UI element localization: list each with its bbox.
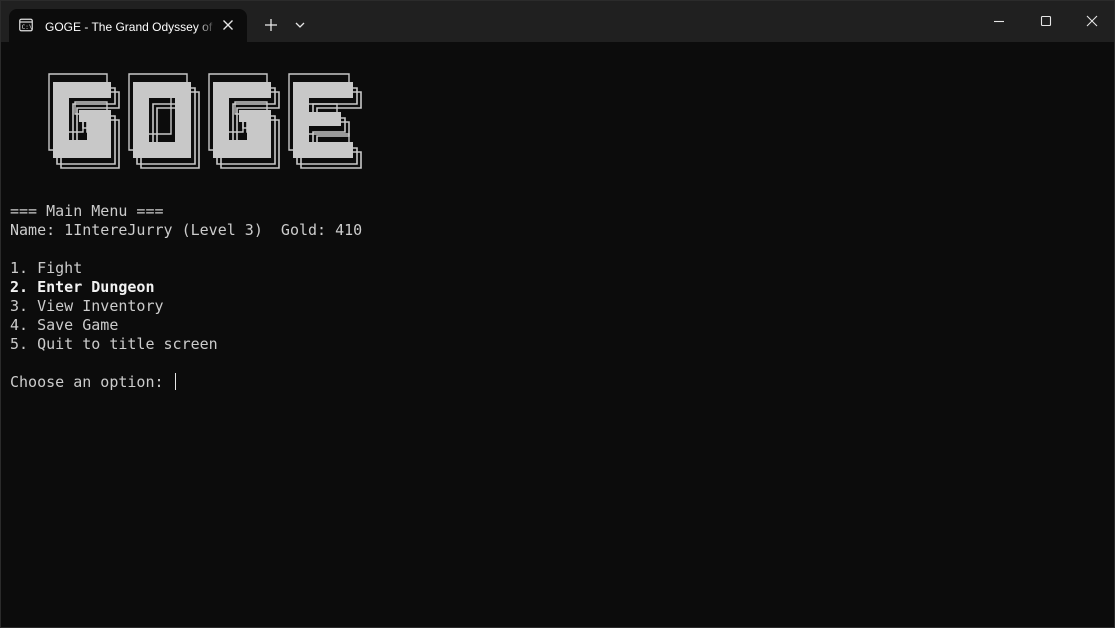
ascii-art-banner xyxy=(48,73,362,169)
minimize-icon[interactable] xyxy=(989,11,1009,31)
title-bar[interactable]: C:\ GOGE - The Grand Odyssey of xyxy=(1,1,1114,42)
menu-option-save-game: 4. Save Game xyxy=(10,316,119,334)
menu-header: === Main Menu === xyxy=(10,202,164,220)
text-cursor xyxy=(174,373,176,390)
menu-option-fight: 1. Fight xyxy=(10,259,83,277)
close-tab-icon[interactable] xyxy=(221,18,235,32)
input-prompt: Choose an option: xyxy=(10,373,173,391)
terminal-content[interactable]: === Main Menu === Name: 1IntereJurry (Le… xyxy=(1,42,1114,627)
terminal-icon: C:\ xyxy=(19,18,33,32)
close-icon[interactable] xyxy=(1082,11,1102,31)
chevron-down-icon[interactable] xyxy=(291,16,309,34)
maximize-icon[interactable] xyxy=(1036,11,1056,31)
menu-option-view-inventory: 3. View Inventory xyxy=(10,297,164,315)
player-info: Name: 1IntereJurry (Level 3) Gold: 410 xyxy=(10,221,363,239)
menu-option-enter-dungeon: 2. Enter Dungeon xyxy=(10,278,155,296)
menu-option-quit: 5. Quit to title screen xyxy=(10,335,218,353)
svg-text:C:\: C:\ xyxy=(22,24,33,31)
terminal-output: === Main Menu === Name: 1IntereJurry (Le… xyxy=(10,202,362,392)
input-prompt-line[interactable]: Choose an option: xyxy=(10,373,362,392)
new-tab-icon[interactable] xyxy=(261,15,281,35)
tab-goge[interactable]: C:\ GOGE - The Grand Odyssey of xyxy=(9,9,247,42)
terminal-window: C:\ GOGE - The Grand Odyssey of === Main… xyxy=(0,0,1115,628)
tab-title: GOGE - The Grand Odyssey of xyxy=(45,20,213,34)
